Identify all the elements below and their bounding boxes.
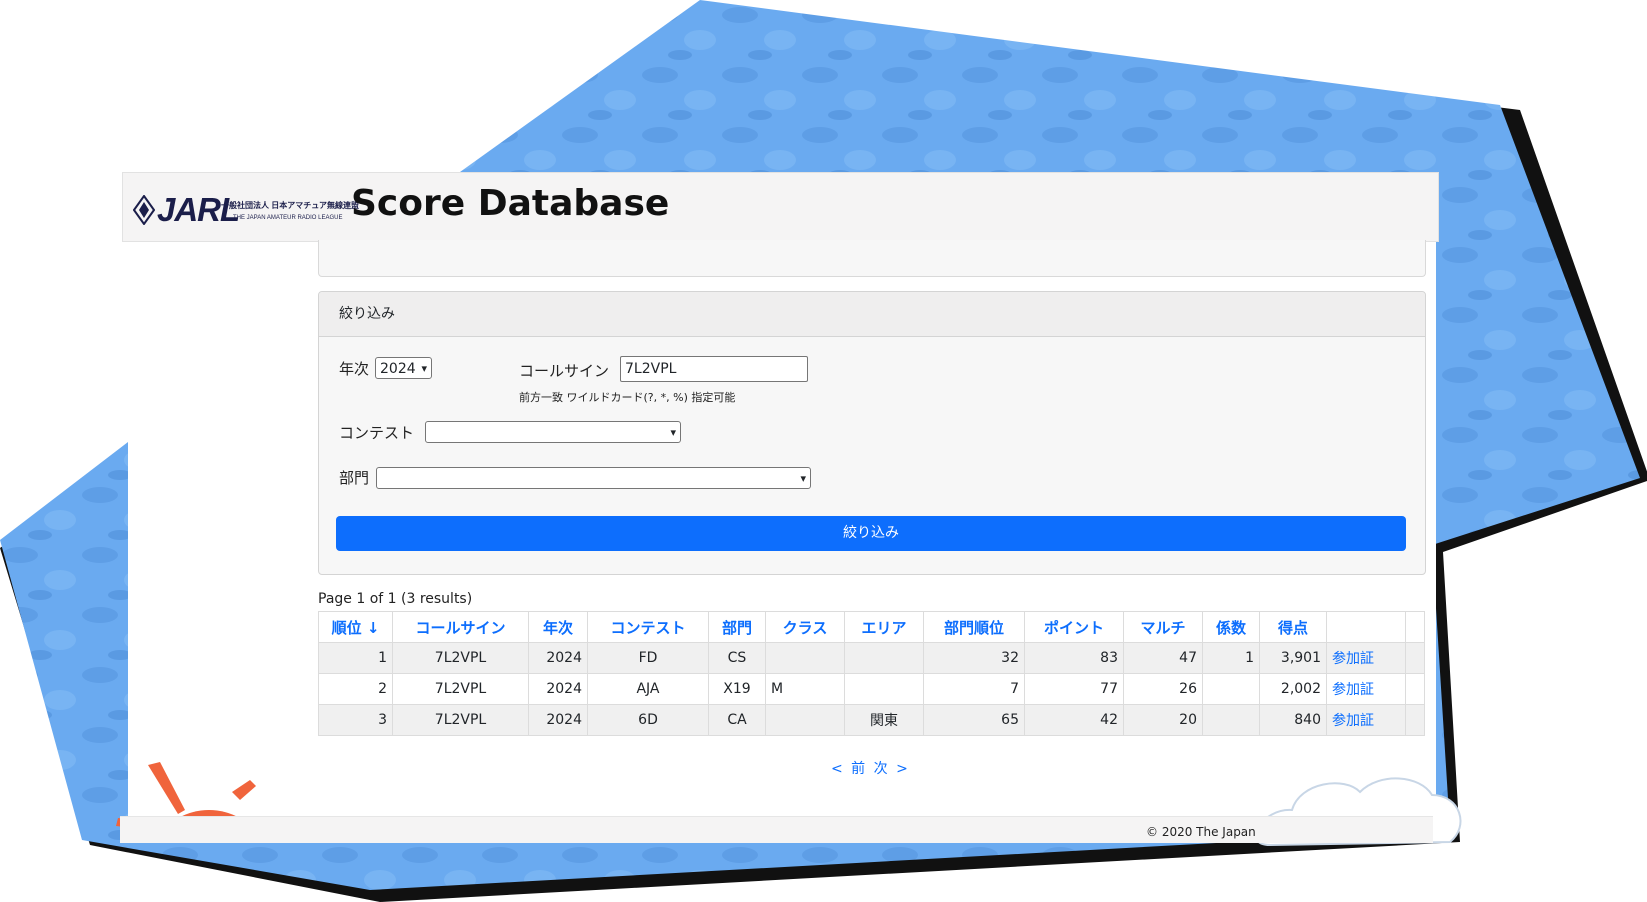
logo-subtitle-en: THE JAPAN AMATEUR RADIO LEAGUE [233, 215, 343, 221]
page-title: Score Database [351, 183, 670, 224]
site-header: JARL 一般社団法人 日本アマチュア無線連盟 THE JAPAN AMATEU… [122, 172, 1439, 242]
callsign-label: コールサイン [519, 362, 610, 380]
cell-factor: 1 [1202, 642, 1260, 674]
cell-points: 42 [1024, 704, 1124, 736]
col-spacer-header [1405, 611, 1425, 643]
cell-multi: 47 [1123, 642, 1203, 674]
col-area-header[interactable]: エリア [844, 611, 924, 643]
cell-class [765, 642, 845, 674]
table-row: 1 7L2VPL 2024 FD CS 32 83 47 1 3,901 参加証 [318, 642, 1425, 674]
cell-points: 77 [1024, 673, 1124, 705]
filter-panel-title: 絞り込み [319, 292, 1425, 337]
col-class-header[interactable]: クラス [765, 611, 845, 643]
col-certificate-header [1326, 611, 1406, 643]
chevron-down-icon: ▾ [670, 426, 676, 439]
filter-panel: 絞り込み 年次 2024 ▾ コールサイン 7L2VPL 前方一致 ワイルドカー… [318, 291, 1426, 575]
certificate-link[interactable]: 参加証 [1326, 704, 1406, 736]
col-callsign-header[interactable]: コールサイン [392, 611, 529, 643]
cell-spacer [1405, 642, 1425, 674]
cell-contest: FD [587, 642, 709, 674]
cell-category-rank: 32 [923, 642, 1025, 674]
col-points-header[interactable]: ポイント [1024, 611, 1124, 643]
cell-category-rank: 65 [923, 704, 1025, 736]
cell-year: 2024 [528, 642, 588, 674]
certificate-link[interactable]: 参加証 [1326, 673, 1406, 705]
table-header-row: 順位 ↓ コールサイン 年次 コンテスト 部門 クラス エリア 部門順位 ポイン… [318, 611, 1425, 643]
cell-rank: 1 [318, 642, 393, 674]
callsign-hint: 前方一致 ワイルドカード(?, *, %) 指定可能 [519, 391, 736, 404]
cell-category: CA [708, 704, 766, 736]
filter-submit-button[interactable]: 絞り込み [336, 516, 1406, 551]
cell-category-rank: 7 [923, 673, 1025, 705]
cell-class [765, 704, 845, 736]
cell-year: 2024 [528, 704, 588, 736]
cell-points: 83 [1024, 642, 1124, 674]
col-factor-header[interactable]: 係数 [1202, 611, 1260, 643]
year-label: 年次 [339, 360, 370, 378]
cell-callsign: 7L2VPL [392, 673, 529, 705]
jarl-logo[interactable]: JARL 一般社団法人 日本アマチュア無線連盟 THE JAPAN AMATEU… [133, 191, 359, 229]
table-row: 3 7L2VPL 2024 6D CA 関東 65 42 20 840 参加証 [318, 704, 1425, 736]
cell-factor [1202, 673, 1260, 705]
table-row: 2 7L2VPL 2024 AJA X19 M 7 77 26 2,002 参加… [318, 673, 1425, 705]
cell-score: 2,002 [1259, 673, 1327, 705]
chevron-down-icon: ▾ [421, 362, 427, 375]
contest-label: コンテスト [339, 424, 415, 442]
cell-area [844, 642, 924, 674]
cell-class: M [765, 673, 845, 705]
pagination: < 前 次 > [831, 758, 908, 778]
cell-callsign: 7L2VPL [392, 642, 529, 674]
year-select-value: 2024 [380, 361, 416, 377]
cell-rank: 2 [318, 673, 393, 705]
cell-contest: 6D [587, 704, 709, 736]
cell-spacer [1405, 673, 1425, 705]
cell-multi: 26 [1123, 673, 1203, 705]
cell-score: 840 [1259, 704, 1327, 736]
callsign-input[interactable]: 7L2VPL [620, 356, 808, 382]
col-contest-header[interactable]: コンテスト [587, 611, 709, 643]
col-year-header[interactable]: 年次 [528, 611, 588, 643]
cell-spacer [1405, 704, 1425, 736]
cell-contest: AJA [587, 673, 709, 705]
prev-page-link[interactable]: < 前 [831, 761, 865, 777]
cell-score: 3,901 [1259, 642, 1327, 674]
chevron-down-icon: ▾ [800, 472, 806, 485]
page-info: Page 1 of 1 (3 results) [318, 591, 473, 607]
cell-factor [1202, 704, 1260, 736]
cell-year: 2024 [528, 673, 588, 705]
cell-area: 関東 [844, 704, 924, 736]
cell-callsign: 7L2VPL [392, 704, 529, 736]
category-select[interactable]: ▾ [376, 467, 811, 489]
col-rank-header[interactable]: 順位 ↓ [318, 611, 393, 643]
next-page-link[interactable]: 次 > [874, 761, 908, 777]
year-select[interactable]: 2024 ▾ [375, 357, 432, 379]
certificate-link[interactable]: 参加証 [1326, 642, 1406, 674]
cell-rank: 3 [318, 704, 393, 736]
footer-copyright: © 2020 The Japan [1146, 825, 1256, 839]
logo-subtitle-jp: 一般社団法人 日本アマチュア無線連盟 [221, 201, 360, 210]
col-score-header[interactable]: 得点 [1259, 611, 1327, 643]
contest-select[interactable]: ▾ [425, 421, 681, 443]
results-table: 順位 ↓ コールサイン 年次 コンテスト 部門 クラス エリア 部門順位 ポイン… [318, 611, 1425, 736]
col-category-header[interactable]: 部門 [708, 611, 766, 643]
top-empty-card [318, 240, 1426, 277]
cell-area [844, 673, 924, 705]
cell-category: CS [708, 642, 766, 674]
category-label: 部門 [339, 469, 370, 487]
cell-multi: 20 [1123, 704, 1203, 736]
cell-category: X19 [708, 673, 766, 705]
col-category-rank-header[interactable]: 部門順位 [923, 611, 1025, 643]
col-multi-header[interactable]: マルチ [1123, 611, 1203, 643]
